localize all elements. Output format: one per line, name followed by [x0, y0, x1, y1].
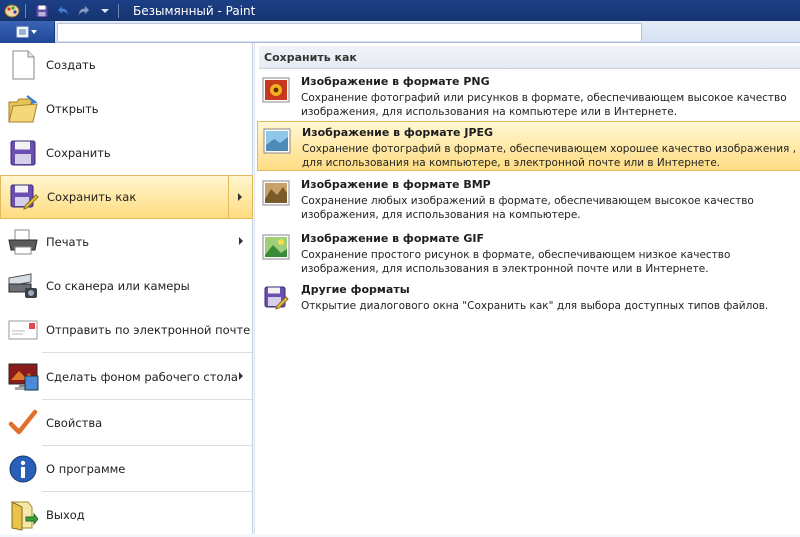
window-title: Безымянный - Paint: [133, 3, 256, 18]
quick-access-toolbar: [0, 0, 123, 21]
ribbon-bar: [0, 21, 800, 43]
save-as-submenu: Сохранить как Изображение в формате PNG …: [254, 43, 800, 534]
printer-icon: [3, 224, 43, 260]
format-description: Сохранение любых изображений в формате, …: [301, 195, 754, 221]
menu-item-properties[interactable]: Свойства: [0, 401, 253, 445]
title-bar: Безымянный - Paint: [0, 0, 800, 21]
properties-checkmark-icon: [3, 405, 43, 441]
save-icon: [3, 135, 43, 171]
format-description: Сохранение фотографий или рисунков в фор…: [301, 92, 787, 118]
chevron-right-icon: [238, 193, 242, 201]
menu-item-exit[interactable]: Выход: [0, 493, 253, 537]
application-menu: Создать Открыть Сохранить Сохранить как …: [0, 43, 253, 534]
new-document-icon: [3, 47, 43, 83]
format-title: Изображение в формате BMP: [301, 178, 491, 191]
menu-item-label: Свойства: [46, 416, 103, 430]
menu-item-new[interactable]: Создать: [0, 43, 253, 87]
menu-item-label: Открыть: [46, 102, 99, 116]
paint-app-icon[interactable]: [3, 3, 21, 19]
paint-menu-icon: [16, 26, 37, 38]
menu-item-scanner[interactable]: Со сканера или камеры: [0, 264, 253, 308]
submenu-header: Сохранить как: [259, 46, 800, 69]
format-description: Сохранение фотографий в формате, обеспеч…: [302, 143, 797, 169]
menu-item-save-as[interactable]: Сохранить как: [0, 175, 253, 219]
format-title: Изображение в формате PNG: [301, 75, 490, 88]
gif-image-icon: [261, 233, 295, 263]
format-gif[interactable]: Изображение в формате GIF Сохранение про…: [257, 228, 800, 278]
menu-divider: [42, 352, 252, 353]
menu-item-label: Выход: [46, 508, 85, 522]
menu-item-about[interactable]: О программе: [0, 447, 253, 491]
paint-menu-button[interactable]: [0, 21, 55, 43]
redo-icon[interactable]: [75, 3, 93, 19]
format-description: Открытие диалогового окна "Сохранить как…: [301, 300, 769, 312]
open-folder-icon: [3, 91, 43, 127]
menu-divider: [42, 399, 252, 400]
menu-item-save[interactable]: Сохранить: [0, 131, 253, 175]
menu-item-label: Сохранить как: [47, 190, 137, 204]
menu-item-desktop-background[interactable]: Сделать фоном рабочего стола: [0, 355, 253, 399]
menu-item-label: Сохранить: [46, 146, 111, 160]
format-jpeg[interactable]: Изображение в формате JPEG Сохранение фо…: [257, 121, 800, 171]
menu-item-label: Сделать фоном рабочего стола: [46, 370, 238, 384]
menu-item-label: Создать: [46, 58, 96, 72]
desktop-background-icon: [3, 359, 43, 395]
png-image-icon: [261, 76, 295, 106]
menu-item-label: Отправить по электронной почте: [46, 323, 251, 337]
other-formats-icon: [261, 284, 295, 314]
menu-item-label: Печать: [46, 235, 90, 249]
jpeg-image-icon: [262, 127, 296, 157]
chevron-right-icon: [239, 372, 243, 380]
format-description: Сохранение простого рисунок в формате, о…: [301, 249, 731, 275]
menu-item-open[interactable]: Открыть: [0, 87, 253, 131]
exit-icon: [3, 497, 43, 533]
bmp-image-icon: [261, 179, 295, 209]
format-title: Другие форматы: [301, 283, 410, 296]
menu-divider: [42, 491, 252, 492]
format-title: Изображение в формате JPEG: [302, 126, 494, 139]
menu-item-label: О программе: [46, 462, 126, 476]
menu-item-email[interactable]: Отправить по электронной почте: [0, 308, 253, 352]
save-as-icon: [4, 179, 44, 215]
menu-item-label: Со сканера или камеры: [46, 279, 190, 293]
format-png[interactable]: Изображение в формате PNG Сохранение фот…: [257, 71, 800, 121]
menu-item-print[interactable]: Печать: [0, 220, 253, 264]
format-title: Изображение в формате GIF: [301, 232, 484, 245]
menu-divider: [42, 445, 252, 446]
ribbon-tab-area: [57, 23, 642, 41]
scanner-icon: [3, 268, 43, 304]
format-bmp[interactable]: Изображение в формате BMP Сохранение люб…: [257, 174, 800, 224]
format-other[interactable]: Другие форматы Открытие диалогового окна…: [257, 279, 800, 329]
save-icon[interactable]: [33, 3, 51, 19]
undo-icon[interactable]: [54, 3, 72, 19]
chevron-right-icon: [239, 237, 243, 245]
info-icon: [3, 451, 43, 487]
email-icon: [3, 312, 43, 348]
customize-qat-icon[interactable]: [96, 3, 114, 19]
